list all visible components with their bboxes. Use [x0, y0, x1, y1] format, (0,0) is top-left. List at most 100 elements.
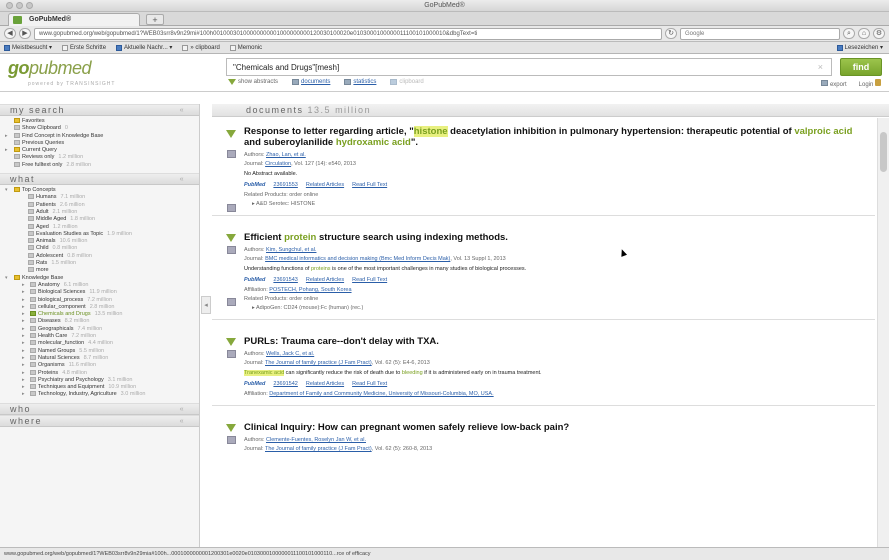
google-search-input[interactable]: Google — [680, 27, 840, 40]
results-scrollbar[interactable] — [877, 118, 889, 548]
clipboard-view-button[interactable]: clipboard — [390, 79, 424, 85]
close-window-button[interactable] — [6, 2, 13, 9]
forward-arrow-icon[interactable]: ▶ — [19, 28, 31, 39]
find-button[interactable]: find — [840, 58, 882, 76]
expand-icon[interactable]: ▸ — [22, 391, 25, 398]
browser-tab-gopubmed[interactable]: GoPubMed® — [8, 13, 140, 26]
show-abstracts-toggle[interactable]: show abstracts — [228, 79, 278, 85]
kb-item[interactable]: ▸ biological_process 7.2 million — [0, 296, 199, 304]
export-button[interactable]: export — [821, 79, 847, 88]
top-concept-item[interactable]: Child 0.8 million — [0, 245, 199, 252]
related-products[interactable]: Related Products: order online — [244, 295, 865, 304]
home-icon[interactable]: ⌂ — [858, 28, 870, 39]
pmid-link[interactable]: 23691542 — [273, 378, 297, 390]
kb-item[interactable]: ▸ Techniques and Equipment 10.9 million — [0, 384, 199, 391]
scrollbar-thumb[interactable] — [880, 132, 887, 172]
author-link[interactable]: Zhao, Lan, et al. — [266, 152, 306, 158]
my-search-show-clipboard[interactable]: Show Clipboard 0 — [0, 125, 199, 132]
knowledge-base-node[interactable]: ▾ Knowledge Base — [0, 274, 199, 282]
bookmark-getting-started[interactable]: Erste Schritte — [62, 44, 106, 51]
expanded-icon[interactable]: ▾ — [5, 275, 8, 282]
collapse-icon[interactable]: « — [180, 105, 185, 116]
expand-icon[interactable]: ▸ — [22, 289, 25, 296]
my-search-find-concept[interactable]: ▸ Find Concept in Knowledge Base — [0, 132, 199, 140]
kb-item[interactable]: ▸ Natural Sciences 8.7 million — [0, 354, 199, 362]
bookmarks-menu[interactable]: Lesezeichen ▾ — [836, 44, 883, 51]
where-section-header[interactable]: where « — [0, 414, 199, 427]
search-icon[interactable]: ⌕ — [843, 28, 855, 39]
expand-icon[interactable]: ▸ — [22, 304, 25, 311]
read-full-text-link[interactable]: Read Full Text — [352, 274, 387, 286]
expand-icon[interactable]: ▸ — [22, 333, 25, 340]
collapse-icon[interactable]: « — [180, 404, 185, 415]
my-search-free-fulltext[interactable]: Free fulltext only 2.8 million — [0, 161, 199, 169]
expand-icon[interactable]: ▸ — [22, 282, 25, 289]
bookmark-news[interactable]: Aktuelle Nachr... ▾ — [116, 44, 172, 51]
related-articles-link[interactable]: Related Articles — [306, 378, 344, 390]
kb-item[interactable]: ▸ Technology, Industry, Agriculture 3.0 mi… — [0, 391, 199, 398]
checkbox-icon[interactable] — [14, 154, 20, 160]
product-item[interactable]: ▸ AdipoGen: CD24 (mouse):Fc (human) (rec… — [244, 304, 865, 313]
who-section-header[interactable]: who « — [0, 402, 199, 415]
pmid-link[interactable]: 23691543 — [273, 274, 297, 286]
my-search-current-query[interactable]: ▸ Current Query — [0, 147, 199, 154]
addon-icon[interactable]: ⚙ — [873, 28, 885, 39]
author-link[interactable]: Clemente-Fuentes, Roselyn Jan W, et al. — [266, 437, 366, 443]
related-articles-link[interactable]: Related Articles — [306, 274, 344, 286]
top-concept-item[interactable]: Rats 1.5 million — [0, 260, 199, 267]
my-search-section-header[interactable]: my search « — [0, 104, 199, 116]
zoom-window-button[interactable] — [26, 2, 33, 9]
filter-icon[interactable] — [226, 234, 236, 242]
result-title[interactable]: PURLs: Trauma care--don't delay with TXA… — [244, 336, 865, 347]
kb-item[interactable]: ▸ Proteins 4.8 million — [0, 369, 199, 377]
expand-icon[interactable]: ▸ — [22, 318, 25, 325]
filter-icon[interactable] — [226, 424, 236, 432]
result-title[interactable]: Clinical Inquiry: How can pregnant women… — [244, 422, 865, 433]
affiliation-link[interactable]: Department of Family and Community Medic… — [269, 391, 493, 397]
top-concept-item[interactable]: Aged 1.2 million — [0, 223, 199, 231]
expand-icon[interactable]: ▸ — [5, 133, 8, 140]
back-arrow-icon[interactable]: ◀ — [4, 28, 16, 39]
kb-item[interactable]: ▸ Named Groups 5.5 million — [0, 347, 199, 355]
read-full-text-link[interactable]: Read Full Text — [352, 378, 387, 390]
expand-icon[interactable]: ▸ — [22, 362, 25, 369]
kb-item[interactable]: ▸ Psychiatry and Psychology 3.1 million — [0, 376, 199, 384]
top-concept-item[interactable]: Animals 10.6 million — [0, 238, 199, 245]
top-concept-item[interactable]: Middle Aged 1.8 million — [0, 216, 199, 223]
top-concept-item[interactable]: Adult 2.1 million — [0, 208, 199, 216]
result-title[interactable]: Efficient protein structure search using… — [244, 232, 865, 243]
journal-link[interactable]: The Journal of family practice (J Fam Pr… — [265, 360, 372, 366]
kb-item[interactable]: ▸ cellular_component 2.8 million — [0, 303, 199, 311]
related-articles-link[interactable]: Related Articles — [306, 179, 344, 191]
product-item[interactable]: ▸ A&D Serotec: HISTONE — [244, 200, 865, 209]
checkbox-icon[interactable] — [14, 161, 20, 167]
expand-icon[interactable]: ▸ — [22, 348, 25, 355]
search-input[interactable]: "Chemicals and Drugs"[mesh] × — [226, 58, 832, 76]
clear-query-icon[interactable]: × — [818, 59, 823, 76]
top-concept-item[interactable]: Humans 7.1 million — [0, 194, 199, 201]
documents-view-button[interactable]: documents — [292, 79, 330, 85]
top-concept-item[interactable]: more — [0, 267, 199, 274]
expand-icon[interactable]: ▸ — [22, 311, 25, 318]
kb-item[interactable]: ▸ Chemicals and Drugs 13.5 million — [0, 311, 199, 318]
top-concept-item[interactable]: Adolescent 0.8 million — [0, 252, 199, 260]
kb-item[interactable]: ▸ Health Care 7.2 million — [0, 333, 199, 340]
expanded-icon[interactable]: ▾ — [5, 187, 8, 194]
statistics-view-button[interactable]: statistics — [344, 79, 376, 85]
new-tab-button[interactable]: + — [146, 14, 164, 25]
expand-icon[interactable]: ▸ — [22, 297, 25, 304]
top-concept-item[interactable]: Evaluation Studies as Topic 1.9 million — [0, 230, 199, 238]
my-search-favorites[interactable]: Favorites — [0, 118, 199, 125]
reload-icon[interactable]: ↻ — [665, 28, 677, 39]
kb-item[interactable]: ▸ Anatomy 6.1 million — [0, 281, 199, 289]
expand-icon[interactable]: ▸ — [22, 370, 25, 377]
read-full-text-link[interactable]: Read Full Text — [352, 179, 387, 191]
bookmark-memonic[interactable]: Memonic — [229, 44, 262, 51]
collapse-icon[interactable]: « — [180, 174, 185, 185]
kb-item[interactable]: ▸ Organisms 11.6 million — [0, 362, 199, 369]
expand-icon[interactable]: ▸ — [22, 340, 25, 347]
pmid-link[interactable]: 23691553 — [273, 179, 297, 191]
kb-item[interactable]: ▸ molecular_function 4.4 million — [0, 340, 199, 347]
affiliation-link[interactable]: POSTECH, Pohang, South Korea — [269, 287, 351, 293]
top-concepts-node[interactable]: ▾ Top Concepts — [0, 187, 199, 194]
